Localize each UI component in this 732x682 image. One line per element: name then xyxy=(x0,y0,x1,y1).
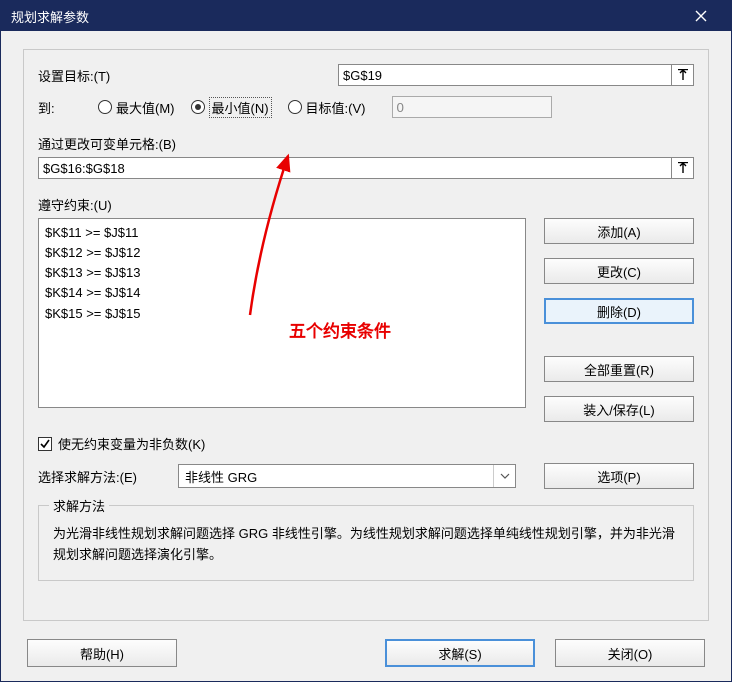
to-row: 到: 最大值(M) 最小值(N) 目标值:(V) xyxy=(38,96,694,118)
radio-target-label: 目标值:(V) xyxy=(306,98,366,117)
add-button[interactable]: 添加(A) xyxy=(544,218,694,244)
ref-picker-icon[interactable] xyxy=(672,157,694,179)
footer-buttons: 帮助(H) 求解(S) 关闭(O) xyxy=(23,639,709,667)
constraints-listbox[interactable]: $K$11 >= $J$11 $K$12 >= $J$12 $K$13 >= $… xyxy=(38,218,526,408)
radio-min[interactable]: 最小值(N) xyxy=(191,97,272,118)
method-help-box: 求解方法 为光滑非线性规划求解问题选择 GRG 非线性引擎。为线性规划求解问题选… xyxy=(38,505,694,581)
radio-max-label: 最大值(M) xyxy=(116,98,175,117)
radio-min-label: 最小值(N) xyxy=(209,97,272,118)
objective-input[interactable] xyxy=(338,64,672,86)
method-select[interactable]: 非线性 GRG xyxy=(178,464,516,488)
changing-input-wrap xyxy=(38,157,694,179)
radio-target[interactable]: 目标值:(V) xyxy=(288,98,366,117)
spacer xyxy=(197,639,365,667)
target-value-wrap xyxy=(392,96,552,118)
solver-dialog: 规划求解参数 设置目标:(T) 到: xyxy=(0,0,732,682)
target-value-input xyxy=(392,96,552,118)
options-button[interactable]: 选项(P) xyxy=(544,463,694,489)
to-radio-group: 最大值(M) 最小值(N) 目标值:(V) xyxy=(98,96,552,118)
changing-label: 通过更改可变单元格:(B) xyxy=(38,134,694,153)
constraints-row: $K$11 >= $J$11 $K$12 >= $J$12 $K$13 >= $… xyxy=(38,218,694,422)
main-group: 设置目标:(T) 到: 最大值(M) xyxy=(23,49,709,621)
loadsave-button[interactable]: 装入/保存(L) xyxy=(544,396,694,422)
ref-picker-icon[interactable] xyxy=(672,64,694,86)
checkbox-icon xyxy=(38,437,52,451)
constraint-item[interactable]: $K$11 >= $J$11 xyxy=(45,223,519,243)
method-selected: 非线性 GRG xyxy=(185,467,257,486)
constraint-item[interactable]: $K$15 >= $J$15 xyxy=(45,304,519,324)
changing-row xyxy=(38,157,694,179)
change-button[interactable]: 更改(C) xyxy=(544,258,694,284)
constraint-item[interactable]: $K$13 >= $J$13 xyxy=(45,263,519,283)
radio-icon xyxy=(288,100,302,114)
delete-button[interactable]: 删除(D) xyxy=(544,298,694,324)
radio-icon xyxy=(191,100,205,114)
window-title: 规划求解参数 xyxy=(11,7,681,26)
constraints-label: 遵守约束:(U) xyxy=(38,195,694,214)
close-icon[interactable] xyxy=(681,2,721,30)
objective-label: 设置目标:(T) xyxy=(38,66,338,85)
radio-max[interactable]: 最大值(M) xyxy=(98,98,175,117)
objective-row: 设置目标:(T) xyxy=(38,64,694,86)
method-label: 选择求解方法:(E) xyxy=(38,467,168,486)
method-help-title: 求解方法 xyxy=(49,497,109,518)
solve-button[interactable]: 求解(S) xyxy=(385,639,535,667)
to-label: 到: xyxy=(38,98,98,117)
changing-input[interactable] xyxy=(38,157,672,179)
nonneg-label: 使无约束变量为非负数(K) xyxy=(58,434,205,453)
chevron-down-icon xyxy=(493,465,515,487)
objective-input-wrap xyxy=(338,64,694,86)
constraint-item[interactable]: $K$14 >= $J$14 xyxy=(45,283,519,303)
reset-button[interactable]: 全部重置(R) xyxy=(544,356,694,382)
method-row: 选择求解方法:(E) 非线性 GRG 选项(P) xyxy=(38,463,694,489)
constraint-item[interactable]: $K$12 >= $J$12 xyxy=(45,243,519,263)
help-button[interactable]: 帮助(H) xyxy=(27,639,177,667)
close-button[interactable]: 关闭(O) xyxy=(555,639,705,667)
titlebar: 规划求解参数 xyxy=(1,1,731,31)
radio-icon xyxy=(98,100,112,114)
method-help-text: 为光滑非线性规划求解问题选择 GRG 非线性引擎。为线性规划求解问题选择单纯线性… xyxy=(53,524,679,566)
content-area: 设置目标:(T) 到: 最大值(M) xyxy=(1,31,731,681)
nonneg-checkbox[interactable]: 使无约束变量为非负数(K) xyxy=(38,434,694,453)
constraint-buttons: 添加(A) 更改(C) 删除(D) 全部重置(R) 装入/保存(L) xyxy=(544,218,694,422)
